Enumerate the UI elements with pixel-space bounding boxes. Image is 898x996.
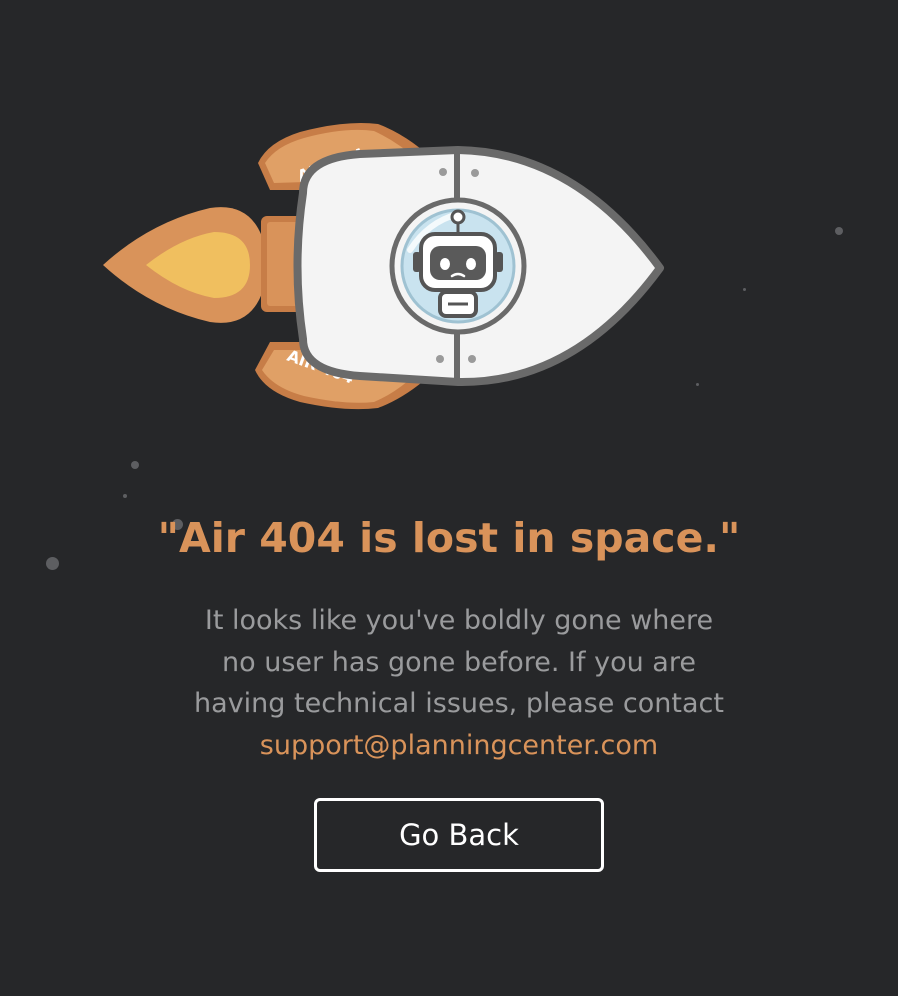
message-line: having technical issues, please contact (194, 688, 724, 719)
message-line: It looks like you've boldly gone where (204, 605, 714, 636)
robot-icon (389, 197, 527, 335)
message-line: no user has gone before. If you are (222, 646, 696, 678)
support-email-link[interactable]: support@planningcenter.com (260, 730, 658, 761)
error-message: It looks like you've boldly gone where n… (149, 600, 769, 766)
page-title: "Air 404 is lost in space." (157, 514, 741, 562)
rocket-illustration: AIR 404 AIR 404 (103, 123, 664, 410)
error-page: AIR 404 AIR 404 (0, 0, 898, 996)
star-icon (131, 461, 139, 469)
star-icon (123, 494, 127, 498)
flame-icon (103, 207, 268, 323)
go-back-button[interactable]: Go Back (314, 798, 604, 872)
